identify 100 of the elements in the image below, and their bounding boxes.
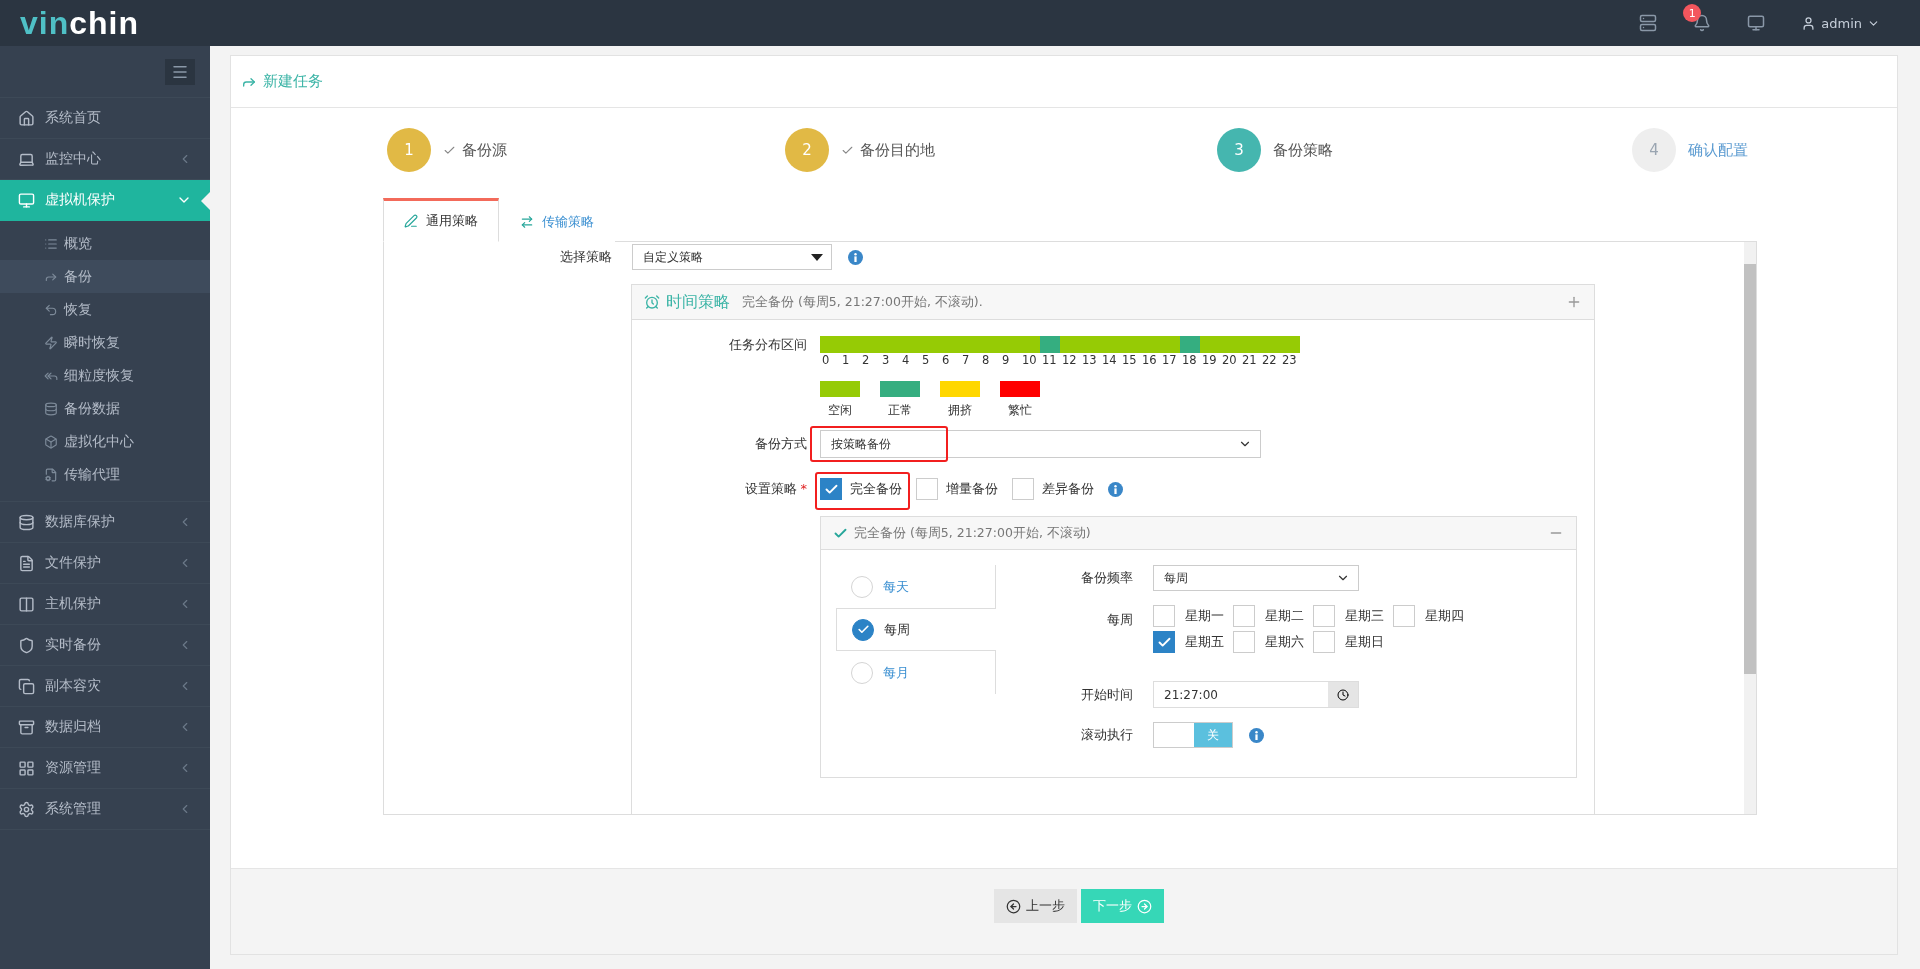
undo-arrow-icon: [44, 302, 58, 317]
hour-label: 12: [1061, 353, 1078, 367]
sidebar-item[interactable]: 数据归档: [0, 707, 210, 748]
checkbox[interactable]: [1233, 605, 1255, 627]
checkbox-label: 差异备份: [1042, 480, 1094, 498]
user-menu[interactable]: admin: [1801, 15, 1880, 31]
field-label: 备份频率: [1080, 569, 1134, 587]
schedule-title: 完全备份 (每周5, 21:27:00开始, 不滚动): [854, 524, 1092, 542]
step-number: 4: [1632, 128, 1676, 172]
sidebar-item[interactable]: 数据库保护: [0, 502, 210, 543]
frequency-option[interactable]: 每天: [836, 565, 996, 608]
checkbox[interactable]: [1153, 605, 1175, 627]
checkbox-label: 星期五: [1185, 633, 1224, 651]
pencil-icon: [404, 214, 418, 228]
swap-arrows-icon: [520, 214, 534, 229]
caret-icon: [811, 253, 823, 261]
logo: vinchin: [19, 4, 140, 43]
frequency-option[interactable]: 每月: [836, 651, 996, 694]
frequency-select[interactable]: 每周: [1153, 565, 1359, 591]
field-label: 设置策略: [744, 481, 797, 496]
checkbox[interactable]: [1393, 605, 1415, 627]
sidebar-subitem[interactable]: 备份数据: [0, 392, 210, 425]
sidebar-item[interactable]: 系统首页: [0, 98, 210, 139]
section-title: 时间策略: [666, 291, 730, 313]
sidebar-subitem[interactable]: 恢复: [0, 293, 210, 326]
hour-label: 16: [1141, 353, 1158, 367]
list-icon: [44, 236, 58, 251]
hour-label: 11: [1041, 353, 1058, 367]
sidebar-subitem[interactable]: 备份: [0, 260, 210, 293]
sidebar-subitem[interactable]: 虚拟化中心: [0, 425, 210, 458]
tab[interactable]: 通用策略: [383, 198, 499, 242]
sidebar-subitem[interactable]: 概览: [0, 227, 210, 260]
info-icon: [1249, 727, 1264, 743]
checkbox[interactable]: [1313, 631, 1335, 653]
hour-label: 23: [1281, 353, 1298, 367]
checkbox[interactable]: [916, 478, 938, 500]
sidebar-item[interactable]: 文件保护: [0, 543, 210, 584]
sidebar-item[interactable]: 资源管理: [0, 748, 210, 789]
sidebar-item[interactable]: 实时备份: [0, 625, 210, 666]
hour-label: 2: [861, 353, 871, 367]
hour-label: 15: [1121, 353, 1138, 367]
hour-label: 3: [881, 353, 891, 367]
sidebar-item[interactable]: 主机保护: [0, 584, 210, 625]
hour-label: 19: [1201, 353, 1218, 367]
sidebar-subitem[interactable]: 传输代理: [0, 458, 210, 491]
strategy-select[interactable]: 自定义策略: [632, 244, 832, 270]
scrollbar-thumb[interactable]: [1744, 264, 1756, 674]
hour-label: 1: [841, 353, 851, 367]
clock-icon: [1337, 688, 1349, 701]
archive-icon: [18, 718, 35, 736]
hour-label: 13: [1081, 353, 1098, 367]
monitor-icon[interactable]: [1747, 14, 1766, 32]
bell-icon[interactable]: [1693, 14, 1712, 32]
previous-button[interactable]: 上一步: [994, 889, 1077, 923]
field-label: 备份方式: [754, 435, 808, 453]
hour-label: 5: [921, 353, 931, 367]
checkbox[interactable]: [1313, 605, 1335, 627]
required-mark: *: [800, 481, 807, 496]
monitor-icon: [18, 191, 35, 209]
gear-icon: [18, 800, 35, 818]
shield-icon: [18, 636, 35, 654]
sidebar-item[interactable]: 副本容灾: [0, 666, 210, 707]
info-icon: [1108, 481, 1123, 497]
grid-icon: [18, 759, 35, 777]
hour-label: 0: [821, 353, 831, 367]
field-label: 任务分布区间: [728, 336, 808, 354]
hour-label: 14: [1101, 353, 1118, 367]
home-icon: [18, 109, 35, 127]
sidebar-subitem[interactable]: 细粒度恢复: [0, 359, 210, 392]
hour-label: 18: [1181, 353, 1198, 367]
backup-method-select[interactable]: 按策略备份: [820, 430, 1261, 458]
checkbox[interactable]: [1233, 631, 1255, 653]
checkbox[interactable]: [1012, 478, 1034, 500]
field-label: 开始时间: [1080, 685, 1134, 704]
legend-label: 拥挤: [948, 403, 972, 418]
step-number: 1: [387, 128, 431, 172]
hour-label: 21: [1241, 353, 1258, 367]
clock-button[interactable]: [1328, 682, 1358, 707]
step-label: 备份目的地: [860, 140, 935, 160]
server-icon[interactable]: [1639, 14, 1658, 32]
checkbox-label: 星期三: [1345, 607, 1384, 625]
frequency-option[interactable]: 每周: [836, 608, 996, 651]
field-label: 滚动执行: [1080, 726, 1134, 744]
hour-label: 22: [1261, 353, 1278, 367]
hour-label: 20: [1221, 353, 1238, 367]
expand-icon[interactable]: [1566, 294, 1582, 310]
checkbox-label: 星期六: [1265, 633, 1304, 651]
field-label: 每周: [1106, 611, 1134, 629]
hour-label: 8: [981, 353, 991, 367]
menu-button[interactable]: [165, 58, 195, 85]
step-number: 2: [785, 128, 829, 172]
radio[interactable]: [852, 618, 874, 641]
checkbox-label: 增量备份: [946, 480, 998, 498]
sidebar-item[interactable]: 系统管理: [0, 789, 210, 830]
hour-label: 17: [1161, 353, 1178, 367]
hour-label: 4: [901, 353, 911, 367]
hour-label: 7: [961, 353, 971, 367]
step-label: 备份源: [462, 140, 507, 160]
sidebar-subitem[interactable]: 瞬时恢复: [0, 326, 210, 359]
step-number: 3: [1217, 128, 1261, 172]
